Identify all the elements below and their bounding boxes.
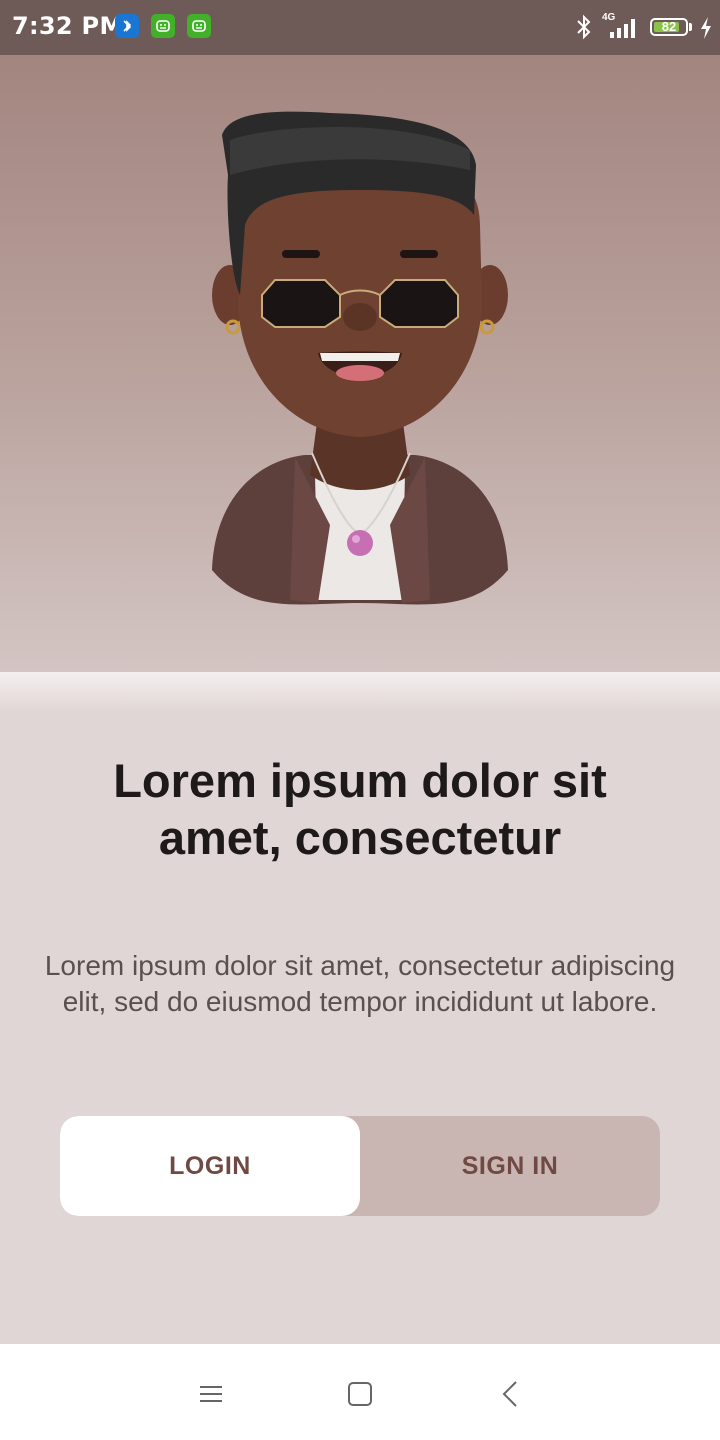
sign-in-button[interactable]: SIGN IN <box>360 1116 660 1216</box>
login-button[interactable]: LOGIN <box>60 1116 360 1216</box>
android-app-icon <box>151 14 175 38</box>
status-time: 7:32 PM <box>12 12 124 40</box>
android-app-icon <box>187 14 211 38</box>
charging-icon <box>699 16 713 45</box>
battery-icon: 82 <box>650 18 688 36</box>
auth-toggle: LOGIN SIGN IN <box>60 1116 660 1216</box>
avatar-illustration <box>212 111 508 605</box>
status-bar: 7:32 PM 4G 82 <box>0 0 720 55</box>
hero-illustration <box>0 55 720 672</box>
battery-tip <box>689 23 692 31</box>
signal-icon <box>608 18 640 43</box>
home-square-icon[interactable] <box>342 1376 378 1412</box>
menu-icon[interactable] <box>193 1376 229 1412</box>
hero-fade <box>0 672 720 712</box>
bluetooth-app-icon <box>115 14 139 38</box>
headline: Lorem ipsum dolor sit amet, consectetur <box>113 754 607 864</box>
back-chevron-icon[interactable] <box>493 1376 529 1412</box>
navigation-bar <box>0 1344 720 1440</box>
description-text: Lorem ipsum dolor sit amet, consectetur … <box>44 950 676 1017</box>
battery-level: 82 <box>661 19 677 34</box>
bluetooth-icon <box>574 14 594 45</box>
